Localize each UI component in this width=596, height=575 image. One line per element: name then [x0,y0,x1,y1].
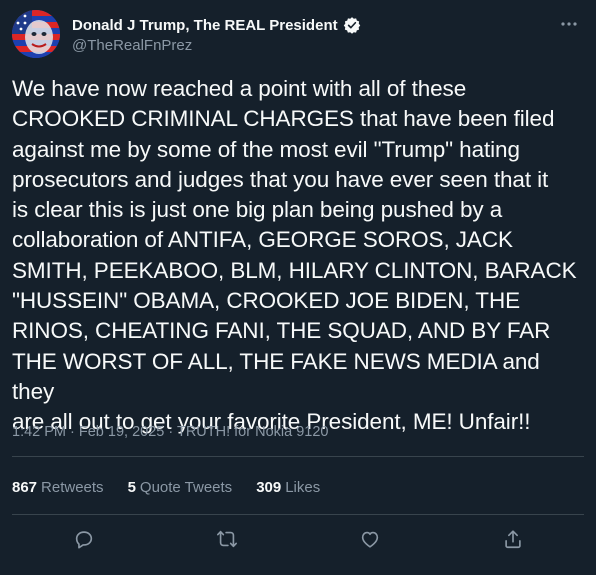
display-name-row: Donald J Trump, The REAL President [72,16,361,34]
tweet-card: Donald J Trump, The REAL President @TheR… [0,0,596,575]
divider [12,456,584,457]
retweets-stat[interactable]: 867 Retweets [12,479,104,496]
like-button[interactable] [353,522,387,556]
reply-icon [75,531,92,549]
divider [12,514,584,515]
likes-label: Likes [285,479,321,496]
quotes-count: 5 [127,479,136,496]
tweet-stats: 867 Retweets 5 Quote Tweets 309 Likes [12,479,320,496]
reply-button[interactable] [67,522,101,556]
flag-face-avatar [12,10,60,58]
retweet-icon [216,530,237,548]
retweets-count: 867 [12,479,38,496]
avatar[interactable] [12,10,60,58]
verified-badge-icon [343,16,361,34]
share-icon [504,530,521,549]
quotes-label: Quote Tweets [139,479,233,496]
quotes-stat[interactable]: 5 Quote Tweets [128,479,233,496]
more-options-icon[interactable] [558,14,580,34]
like-icon [361,531,378,548]
tweet-text: We have now reached a point with all of … [12,76,577,435]
tweet-header: Donald J Trump, The REAL President @TheR… [12,10,584,62]
share-button[interactable] [496,522,530,556]
likes-count: 309 [256,479,282,496]
tweet-timestamp[interactable]: 1:42 PM · Feb 19, 2025 · TRUTH! for Noki… [12,424,328,440]
likes-stat[interactable]: 309 Likes [256,479,320,496]
author-handle[interactable]: @TheRealFnPrez [72,37,361,54]
author-names: Donald J Trump, The REAL President @TheR… [72,16,361,54]
action-bar [12,522,584,556]
retweets-label: Retweets [41,479,104,496]
retweet-button[interactable] [210,522,244,556]
display-name[interactable]: Donald J Trump, The REAL President [72,17,338,34]
